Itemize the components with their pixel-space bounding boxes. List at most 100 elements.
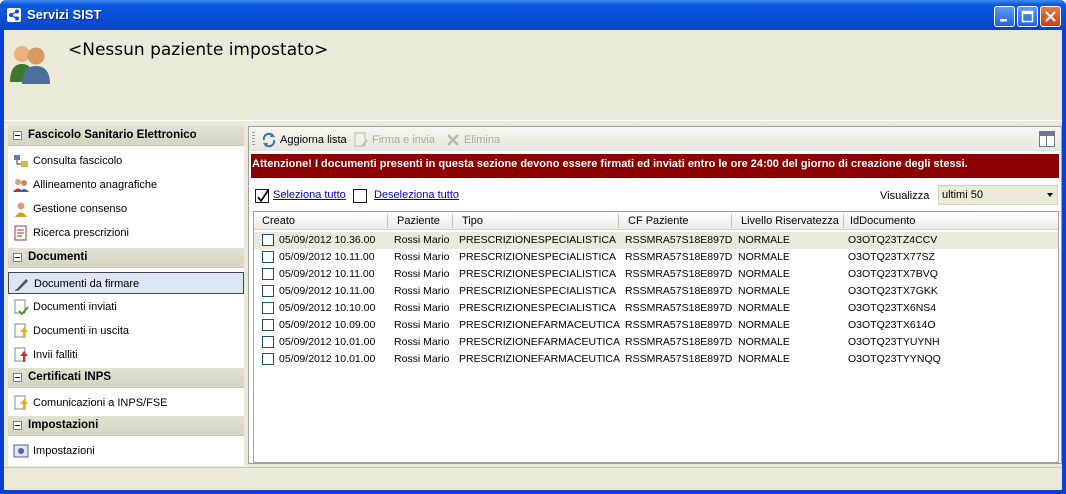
row-checkbox[interactable] [262, 251, 274, 263]
column-header[interactable]: Tipo [462, 215, 483, 227]
folder-tree-icon [13, 153, 29, 169]
patient-header: <Nessun paziente impostato> [4, 30, 1062, 120]
cell-document-id: O3OTQ23TX614O [848, 319, 936, 331]
cell-created: 05/09/2012 10.11.00 [279, 268, 375, 280]
close-button[interactable] [1040, 6, 1061, 27]
minimize-button[interactable] [994, 6, 1015, 27]
documents-table: Creato Paziente Tipo CF Paziente Livello… [253, 211, 1059, 463]
nav-group-impostazioni[interactable]: Impostazioni [8, 416, 244, 436]
table-row[interactable]: 05/09/2012 10.09.00 Rossi Mario PRESCRIZ… [254, 317, 1058, 334]
collapse-icon[interactable] [13, 373, 22, 382]
row-checkbox[interactable] [262, 234, 274, 246]
row-checkbox[interactable] [262, 319, 274, 331]
column-divider[interactable] [452, 214, 453, 228]
cell-privacy-level: NORMALE [738, 268, 790, 280]
cell-type: PRESCRIZIONESPECIALISTICA [459, 268, 616, 280]
view-count-value: ultimi 50 [942, 189, 983, 201]
table-row[interactable]: 05/09/2012 10.10.00 Rossi Mario PRESCRIZ… [254, 300, 1058, 317]
column-header[interactable]: Livello Riservatezza [741, 215, 839, 227]
select-all-checkbox-icon[interactable] [255, 188, 270, 203]
view-label: Visualizza [880, 190, 930, 202]
delete-label: Elimina [464, 134, 501, 146]
nav-item-documenti-inviati[interactable]: Documenti inviati [8, 296, 244, 318]
deselect-all-link[interactable]: Deseleziona tutto [374, 189, 459, 201]
nav-item-documenti-in-uscita[interactable]: Documenti in uscita [8, 320, 244, 342]
table-row[interactable]: 05/09/2012 10.11.00 Rossi Mario PRESCRIZ… [254, 266, 1058, 283]
column-header[interactable]: Creato [262, 215, 295, 227]
nav-item-documenti-da-firmare[interactable]: Documenti da firmare [8, 272, 244, 294]
row-checkbox[interactable] [262, 336, 274, 348]
cell-document-id: O3OTQ23TYYNQQ [848, 353, 941, 365]
column-divider[interactable] [618, 214, 619, 228]
sign-send-icon [353, 132, 369, 148]
table-row[interactable]: 05/09/2012 10.36.00 Rossi Mario PRESCRIZ… [254, 232, 1058, 249]
nav-item-impostazioni[interactable]: Impostazioni [8, 440, 244, 462]
column-divider[interactable] [843, 214, 844, 228]
cell-cf: RSSMRA57S18E897D [625, 268, 733, 280]
toolbar-grip[interactable] [252, 132, 255, 146]
table-row[interactable]: 05/09/2012 10.01.00 Rossi Mario PRESCRIZ… [254, 334, 1058, 351]
row-checkbox[interactable] [262, 302, 274, 314]
collapse-icon[interactable] [13, 421, 22, 430]
maximize-button[interactable] [1017, 6, 1038, 27]
sign-and-send-button[interactable]: Firma e invia [353, 131, 435, 149]
nav-item-label: Documenti da firmare [34, 278, 140, 290]
nav-group-title: Fascicolo Sanitario Elettronico [28, 129, 197, 141]
nav-item-ricerca-prescrizioni[interactable]: Ricerca prescrizioni [8, 222, 244, 244]
cell-patient: Rossi Mario [394, 234, 450, 246]
deselect-all-checkbox-icon[interactable] [353, 189, 367, 203]
cell-privacy-level: NORMALE [738, 302, 790, 314]
cell-type: PRESCRIZIONEFARMACEUTICA [459, 319, 621, 331]
nav-group-title: Documenti [28, 251, 88, 263]
refresh-list-button[interactable]: Aggiorna lista [261, 131, 347, 149]
column-divider[interactable] [731, 214, 732, 228]
view-count-select[interactable]: ultimi 50 [938, 185, 1058, 205]
collapse-icon[interactable] [13, 253, 22, 262]
nav-item-invii-falliti[interactable]: Invii falliti [8, 344, 244, 366]
collapse-icon[interactable] [13, 131, 22, 140]
nav-group-certificati-inps[interactable]: Certificati INPS [8, 368, 244, 388]
cell-document-id: O3OTQ23TX7GKK [848, 285, 938, 297]
layout-toggle-icon[interactable] [1039, 131, 1055, 147]
table-row[interactable]: 05/09/2012 10.11.00 Rossi Mario PRESCRIZ… [254, 249, 1058, 266]
sign-and-send-label: Firma e invia [372, 134, 435, 146]
title-bar[interactable]: Servizi SIST [0, 0, 1066, 30]
app-window: Servizi SIST <Nessun paziente impostato> [0, 0, 1066, 494]
cell-privacy-level: NORMALE [738, 353, 790, 365]
window-title: Servizi SIST [27, 7, 102, 22]
nav-item-gestione-consenso[interactable]: Gestione consenso [8, 198, 244, 220]
column-divider[interactable] [387, 214, 388, 228]
maximize-icon [1021, 10, 1034, 23]
column-header[interactable]: CF Paziente [628, 215, 689, 227]
row-checkbox[interactable] [262, 353, 274, 365]
nav-group-fse[interactable]: Fascicolo Sanitario Elettronico [8, 126, 244, 146]
cell-privacy-level: NORMALE [738, 336, 790, 348]
app-icon[interactable] [7, 8, 21, 22]
cell-created: 05/09/2012 10.36.00 [279, 234, 376, 246]
select-all-link[interactable]: Seleziona tutto [273, 189, 346, 201]
nav-item-comunicazioni-inps[interactable]: Comunicazioni a INPS/FSE [8, 392, 244, 414]
row-checkbox[interactable] [262, 268, 274, 280]
cell-type: PRESCRIZIONEFARMACEUTICA [459, 353, 621, 365]
user-consent-icon [13, 201, 29, 217]
cell-created: 05/09/2012 10.09.00 [279, 319, 376, 331]
row-checkbox[interactable] [262, 285, 274, 297]
nav-group-documenti[interactable]: Documenti [8, 248, 244, 268]
deadline-warning-banner: Attenzione! I documenti presenti in ques… [251, 154, 1059, 178]
nav-item-allineamento-anagrafiche[interactable]: Allineamento anagrafiche [8, 174, 244, 196]
nav-item-consulta-fascicolo[interactable]: Consulta fascicolo [8, 150, 244, 172]
cell-type: PRESCRIZIONESPECIALISTICA [459, 285, 616, 297]
table-row[interactable]: 05/09/2012 10.11.00 Rossi Mario PRESCRIZ… [254, 283, 1058, 300]
close-icon [1045, 11, 1056, 22]
cell-document-id: O3OTQ23TX6NS4 [848, 302, 937, 314]
divider [4, 120, 1062, 124]
cell-document-id: O3OTQ23TX7BVQ [848, 268, 938, 280]
cell-privacy-level: NORMALE [738, 285, 790, 297]
table-row[interactable]: 05/09/2012 10.01.00 Rossi Mario PRESCRIZ… [254, 351, 1058, 368]
document-outgoing-icon [13, 323, 29, 339]
cell-privacy-level: NORMALE [738, 319, 790, 331]
column-header[interactable]: IdDocumento [850, 215, 915, 227]
cell-document-id: O3OTQ23TZ4CCV [848, 234, 938, 246]
delete-button[interactable]: Elimina [445, 131, 500, 149]
column-header[interactable]: Paziente [397, 215, 440, 227]
